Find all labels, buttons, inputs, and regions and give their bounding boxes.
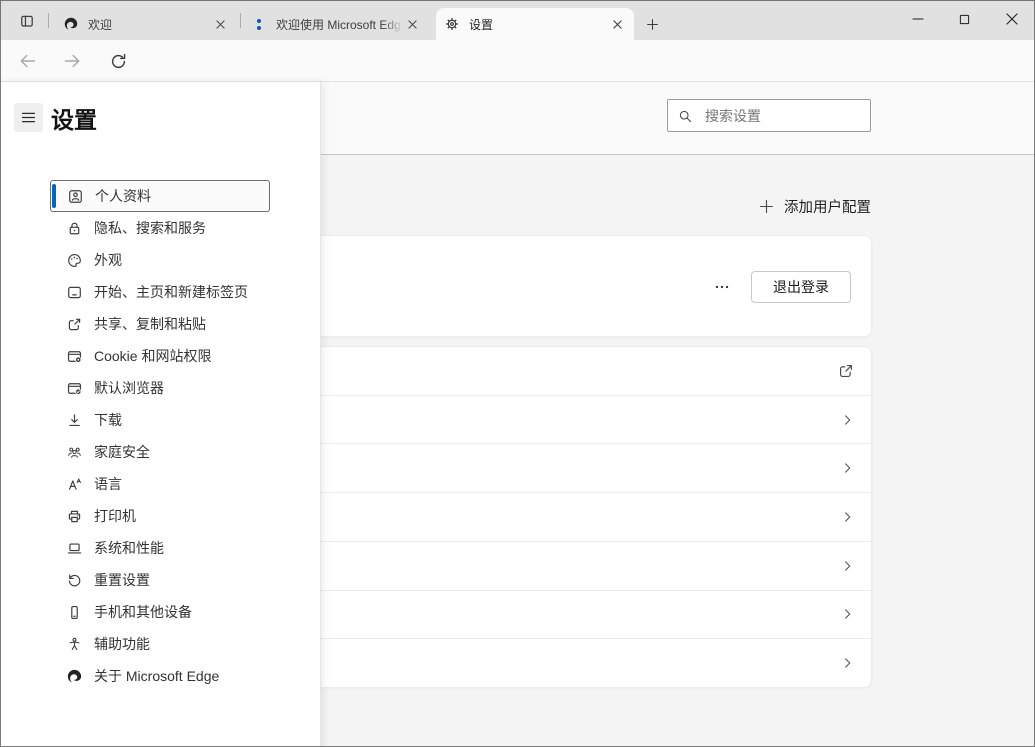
profile-card-icon bbox=[69, 189, 82, 203]
profile-more-button[interactable] bbox=[706, 276, 738, 298]
translate-icon bbox=[68, 477, 81, 490]
tab-bar: 欢迎 欢迎使用 Microsoft Edg 设置 bbox=[0, 0, 1035, 40]
edge-browser-window: 欢迎 欢迎使用 Microsoft Edg 设置 搜索设置 添加用户配置 退出登… bbox=[0, 0, 1035, 747]
selected-accent-bar bbox=[52, 184, 56, 208]
more-icon bbox=[715, 285, 729, 289]
sidebar-item-share[interactable]: 共享、复制和粘贴 bbox=[50, 308, 270, 340]
tab-actions-button[interactable] bbox=[14, 8, 40, 34]
chevron-right-icon bbox=[840, 510, 855, 525]
sidebar-item-downloads[interactable]: 下载 bbox=[50, 404, 270, 436]
lock-icon bbox=[69, 222, 80, 234]
edge-logo-icon bbox=[64, 17, 78, 30]
gear-icon bbox=[445, 17, 459, 31]
sidebar-item-privacy[interactable]: 隐私、搜索和服务 bbox=[50, 212, 270, 244]
printer-icon bbox=[68, 510, 81, 522]
minimize-button[interactable] bbox=[894, 0, 941, 38]
search-input[interactable] bbox=[703, 106, 861, 125]
palette-icon bbox=[68, 253, 81, 267]
minimize-icon bbox=[911, 18, 924, 20]
tab-settings[interactable]: 设置 bbox=[436, 8, 634, 40]
tab-welcome[interactable]: 欢迎 bbox=[55, 8, 237, 40]
laptop-icon bbox=[67, 542, 82, 554]
tab-actions-icon bbox=[21, 15, 33, 27]
download-icon bbox=[69, 413, 80, 426]
sidebar-item-accessibility[interactable]: 辅助功能 bbox=[50, 628, 270, 660]
tab-welcome-edge[interactable]: 欢迎使用 Microsoft Edg bbox=[243, 8, 429, 40]
sign-out-button[interactable]: 退出登录 bbox=[751, 271, 851, 303]
accessibility-icon bbox=[69, 637, 80, 650]
sidebar-item-reset[interactable]: 重置设置 bbox=[50, 564, 270, 596]
plus-icon bbox=[759, 199, 774, 213]
add-profile-button[interactable]: 添加用户配置 bbox=[758, 193, 871, 219]
refresh-button[interactable] bbox=[104, 47, 132, 75]
tab-separator bbox=[240, 13, 241, 28]
browser-toolbar: Edge edge://settings/profiles bbox=[0, 40, 1035, 116]
add-profile-label: 添加用户配置 bbox=[784, 199, 871, 216]
cookies-icon bbox=[67, 350, 82, 363]
sidebar-item-profiles[interactable]: 个人资料 bbox=[50, 180, 270, 212]
phone-icon bbox=[71, 605, 78, 619]
sidebar-item-default-browser[interactable]: 默认浏览器 bbox=[50, 372, 270, 404]
family-icon bbox=[68, 447, 81, 458]
tab-title: 欢迎 bbox=[88, 17, 113, 32]
title-fade bbox=[383, 15, 403, 33]
chevron-right-icon bbox=[840, 412, 855, 427]
settings-sidebar: 设置 个人资料 隐私、搜索和服务 外观 开始、主页和新建标签页 共享、复制和粘贴… bbox=[0, 82, 321, 747]
window-controls bbox=[894, 0, 1035, 40]
reset-icon bbox=[68, 573, 81, 586]
sidebar-item-about[interactable]: 关于 Microsoft Edge bbox=[50, 660, 270, 692]
menu-toggle-button[interactable] bbox=[14, 103, 43, 132]
hamburger-icon bbox=[21, 112, 36, 123]
sidebar-item-start-home[interactable]: 开始、主页和新建标签页 bbox=[50, 276, 270, 308]
maximize-icon bbox=[959, 14, 970, 24]
forward-button[interactable] bbox=[58, 47, 86, 75]
sidebar-item-languages[interactable]: 语言 bbox=[50, 468, 270, 500]
close-tab-icon[interactable] bbox=[403, 15, 421, 33]
blue-dots-favicon bbox=[251, 16, 267, 32]
sidebar-item-system[interactable]: 系统和性能 bbox=[50, 532, 270, 564]
chevron-right-icon bbox=[840, 558, 855, 573]
tab-title: 设置 bbox=[469, 17, 494, 32]
settings-page: 添加用户配置 退出登录 bbox=[0, 82, 1035, 747]
tab-title: 欢迎使用 Microsoft Edg bbox=[276, 15, 403, 33]
back-icon bbox=[20, 54, 36, 68]
external-link-icon bbox=[837, 362, 855, 380]
sidebar-item-appearance[interactable]: 外观 bbox=[50, 244, 270, 276]
sidebar-item-cookies[interactable]: Cookie 和网站权限 bbox=[50, 340, 270, 372]
new-tab-button[interactable] bbox=[638, 10, 666, 38]
edge-logo-icon bbox=[67, 669, 82, 683]
close-window-button[interactable] bbox=[988, 0, 1035, 38]
refresh-icon bbox=[111, 53, 125, 68]
tab-separator bbox=[48, 13, 49, 28]
close-icon bbox=[1005, 13, 1018, 25]
chevron-right-icon bbox=[840, 607, 855, 622]
sidebar-item-phone-devices[interactable]: 手机和其他设备 bbox=[50, 596, 270, 628]
new-tab-icon bbox=[646, 18, 658, 30]
back-button[interactable] bbox=[14, 47, 42, 75]
close-tab-icon[interactable] bbox=[608, 15, 626, 33]
maximize-button[interactable] bbox=[941, 0, 988, 38]
default-browser-icon bbox=[67, 382, 82, 395]
sidebar-title: 设置 bbox=[51, 107, 97, 133]
sidebar-item-printers[interactable]: 打印机 bbox=[50, 500, 270, 532]
sidebar-item-family[interactable]: 家庭安全 bbox=[50, 436, 270, 468]
close-tab-icon[interactable] bbox=[211, 15, 229, 33]
search-icon bbox=[679, 110, 692, 122]
forward-icon bbox=[64, 54, 80, 68]
sidebar-menu: 个人资料 隐私、搜索和服务 外观 开始、主页和新建标签页 共享、复制和粘贴 Co… bbox=[0, 180, 320, 692]
settings-search-box[interactable] bbox=[667, 99, 871, 132]
share-icon bbox=[68, 318, 81, 330]
chevron-right-icon bbox=[840, 461, 855, 476]
layout-icon bbox=[68, 286, 81, 298]
chevron-right-icon bbox=[840, 656, 855, 671]
